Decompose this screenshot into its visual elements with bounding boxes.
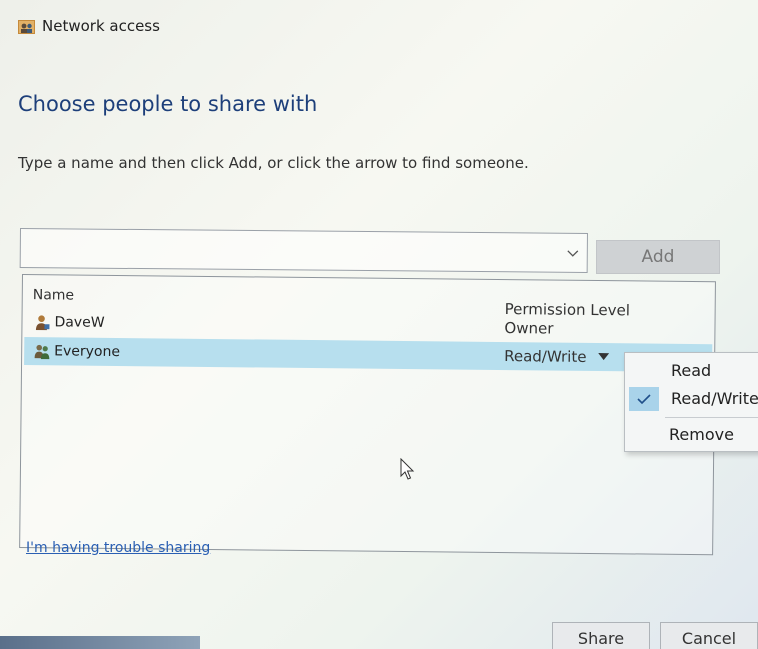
name-input[interactable] [20, 229, 561, 272]
people-list[interactable]: Name Permission Level DaveW Owner Everyo… [19, 274, 716, 556]
permission-menu: Read Read/Write Remove [624, 352, 758, 452]
instructions-text: Type a name and then click Add, or click… [18, 154, 529, 172]
page-heading: Choose people to share with [18, 92, 318, 116]
network-people-icon [18, 20, 35, 34]
window-title: Network access [42, 17, 160, 35]
person-name: DaveW [54, 314, 105, 331]
permission-dropdown[interactable]: Read/Write [504, 347, 610, 366]
trouble-sharing-link[interactable]: I'm having trouble sharing [26, 540, 210, 556]
person-name: Everyone [54, 343, 121, 361]
name-combo-box[interactable] [19, 228, 588, 273]
taskbar-edge [0, 636, 200, 649]
title-bar: Network access [18, 16, 160, 36]
menu-item-read[interactable]: Read [625, 357, 758, 385]
permission-level: Owner [504, 319, 554, 338]
checkmark-icon [637, 394, 651, 405]
column-header-name[interactable]: Name [33, 287, 74, 303]
menu-item-label: Read [671, 361, 712, 380]
menu-item-label: Read/Write [671, 389, 758, 408]
menu-item-remove[interactable]: Remove [625, 423, 758, 451]
mouse-pointer-icon [400, 458, 415, 480]
network-access-dialog: Network access Choose people to share wi… [0, 0, 758, 649]
add-button[interactable]: Add [596, 240, 720, 274]
menu-item-read-write[interactable]: Read/Write [625, 385, 758, 413]
user-icon [35, 315, 50, 331]
list-item-everyone[interactable]: Everyone Read/Write [24, 337, 713, 373]
share-button[interactable]: Share [552, 622, 650, 649]
dropdown-arrow-icon[interactable] [598, 353, 610, 361]
permission-level: Read/Write [504, 347, 587, 366]
menu-item-label: Remove [669, 425, 734, 444]
group-users-icon [34, 344, 50, 360]
cancel-button[interactable]: Cancel [660, 622, 758, 649]
chevron-down-icon[interactable] [567, 248, 579, 258]
check-highlight [629, 387, 659, 411]
menu-separator [665, 417, 758, 418]
